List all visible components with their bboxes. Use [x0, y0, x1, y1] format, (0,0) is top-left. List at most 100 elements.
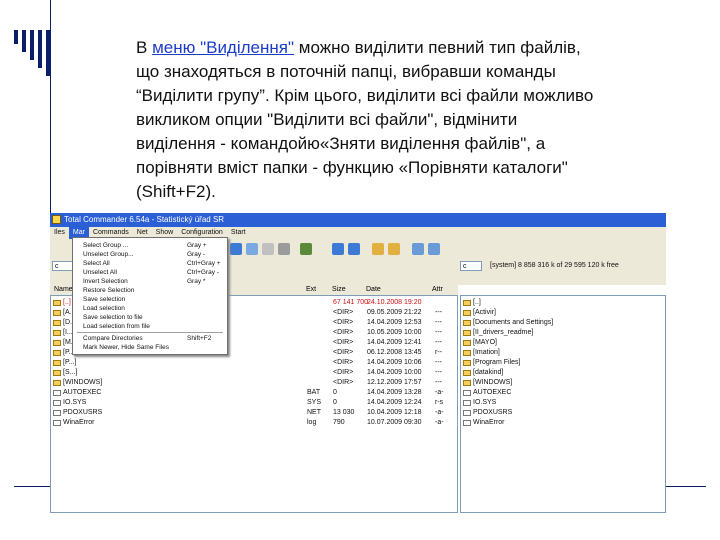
menu-item-shortcut: Gray - — [187, 251, 206, 258]
file-size: 790 — [333, 419, 345, 426]
menu-item[interactable]: Unselect All Ctrl+Gray - — [83, 268, 219, 277]
file-row[interactable]: [II_drivers_readme] — [461, 328, 663, 338]
menu-start[interactable]: Start — [227, 227, 250, 239]
file-attr: --- — [435, 369, 442, 376]
back-icon[interactable] — [332, 243, 344, 255]
folder-icon — [463, 350, 471, 356]
file-row[interactable]: [Imation] — [461, 348, 663, 358]
file-row[interactable]: [P...] <DIR> 14.04.2009 10:06 --- — [51, 358, 455, 368]
right-drive-select[interactable]: c — [460, 261, 482, 271]
column-size[interactable]: Size — [332, 285, 346, 295]
file-row[interactable]: AUTOEXEC — [461, 388, 663, 398]
menu-item[interactable]: Select All Ctrl+Gray + — [83, 259, 221, 268]
file-attr: --- — [435, 329, 442, 336]
file-date: 09.05.2009 21:22 — [367, 309, 422, 316]
column-ext[interactable]: Ext — [306, 285, 316, 295]
file-name: [S...] — [63, 369, 78, 376]
menu-item[interactable]: Save selection to file — [83, 313, 143, 322]
view-icon[interactable] — [246, 243, 258, 255]
file-date: 06.12.2008 13:45 — [367, 349, 422, 356]
menu-item-label: Save selection to file — [83, 314, 143, 321]
forward-icon[interactable] — [348, 243, 360, 255]
list-icon[interactable] — [262, 243, 274, 255]
tree-icon[interactable] — [300, 243, 312, 255]
pack-icon[interactable] — [372, 243, 384, 255]
text-rest: можно виділити певний тип файлів, — [294, 38, 581, 57]
menu-item-label: Load selection — [83, 305, 125, 312]
file-row[interactable]: [..] — [461, 298, 663, 308]
menu-item[interactable]: Load selection — [83, 304, 125, 313]
menu-item[interactable]: Mark Newer, Hide Same Files — [83, 343, 169, 352]
column-attr[interactable]: Attr — [432, 285, 443, 295]
menu-item-shortcut: Gray + — [187, 242, 207, 249]
file-date: 10.05.2009 10:00 — [367, 329, 422, 336]
column-name[interactable]: Name — [54, 285, 73, 295]
text-line: виділення - командойю«Зняти виділення фа… — [136, 134, 546, 153]
file-name: [datakind] — [473, 369, 504, 376]
menu-item[interactable]: Load selection from file — [83, 322, 150, 331]
search-icon[interactable] — [412, 243, 424, 255]
text-line: (Shift+F2). — [136, 182, 216, 201]
folder-icon — [463, 300, 471, 306]
file-row[interactable]: AUTOEXEC BAT 0 14.04.2009 13:28 -a- — [51, 388, 455, 398]
column-date[interactable]: Date — [366, 285, 381, 295]
file-date: 12.12.2009 17:57 — [367, 379, 422, 386]
menu-item-shortcut: Ctrl+Gray + — [187, 260, 221, 267]
file-row[interactable]: [WINDOWS] — [461, 378, 663, 388]
menu-item[interactable]: Select Group ... Gray + — [83, 241, 207, 250]
folder-icon — [53, 340, 61, 346]
file-row[interactable]: [Activir] — [461, 308, 663, 318]
text-line: що знаходяться в поточній папці, вибравш… — [136, 62, 556, 81]
file-size: <DIR> — [333, 329, 354, 336]
left-drive-select[interactable]: c — [52, 261, 74, 271]
menu-item[interactable]: Compare Directories Shift+F2 — [83, 334, 211, 343]
file-date: 14.04.2009 13:28 — [367, 389, 422, 396]
file-date: 10.04.2009 12:18 — [367, 409, 422, 416]
file-attr: --- — [435, 339, 442, 346]
file-attr: --- — [435, 359, 442, 366]
file-size: <DIR> — [333, 359, 354, 366]
file-row[interactable]: [MAYO] — [461, 338, 663, 348]
file-row[interactable]: [S...] <DIR> 14.04.2009 10:00 --- — [51, 368, 455, 378]
text-line: “Виділити групу”. Крім цього, виділити в… — [136, 86, 594, 105]
file-row[interactable]: WinaError log 790 10.07.2009 09:30 -a- — [51, 418, 455, 428]
menu-item[interactable]: Restore Selection — [83, 286, 134, 295]
file-attr: r-- — [435, 349, 442, 356]
file-icon — [463, 400, 471, 406]
file-size: <DIR> — [333, 319, 354, 326]
menu-item[interactable]: Invert Selection Gray * — [83, 277, 205, 286]
file-row[interactable]: [Program Files] — [461, 358, 663, 368]
file-icon — [53, 400, 61, 406]
menu-item-label: Unselect All — [83, 269, 117, 276]
details-icon[interactable] — [278, 243, 290, 255]
file-ext: BAT — [307, 389, 321, 396]
menu-link[interactable]: меню "Виділення" — [152, 38, 294, 57]
file-row[interactable]: [datakind] — [461, 368, 663, 378]
file-size: <DIR> — [333, 339, 354, 346]
file-name: [WINDOWS] — [473, 379, 513, 386]
file-name: WinaError — [473, 419, 505, 426]
file-row[interactable]: [Documents and Settings] — [461, 318, 663, 328]
file-row[interactable]: WinaError — [461, 418, 663, 428]
menu-item-label: Save selection — [83, 296, 126, 303]
folder-icon — [463, 360, 471, 366]
rename-icon[interactable] — [428, 243, 440, 255]
unpack-icon[interactable] — [388, 243, 400, 255]
refresh-icon[interactable] — [230, 243, 242, 255]
file-size: 13 030 — [333, 409, 355, 416]
file-row[interactable]: PDOXUSRS NET 13 030 10.04.2009 12:18 -a- — [51, 408, 455, 418]
folder-icon — [463, 310, 471, 316]
file-row[interactable]: [WINDOWS] <DIR> 12.12.2009 17:57 --- — [51, 378, 455, 388]
file-icon — [53, 420, 61, 426]
file-size: 0 — [333, 389, 337, 396]
file-row[interactable]: IO.SYS — [461, 398, 663, 408]
menu-files[interactable]: Iles — [50, 227, 69, 239]
file-ext: log — [307, 419, 317, 426]
menu-item-shortcut: Gray * — [187, 278, 206, 285]
folder-icon — [53, 370, 61, 376]
file-row[interactable]: PDOXUSRS — [461, 408, 663, 418]
menu-item[interactable]: Save selection — [83, 295, 125, 304]
menu-item[interactable]: Unselect Group... Gray - — [83, 250, 205, 259]
file-name: AUTOEXEC — [473, 389, 512, 396]
file-row[interactable]: IO.SYS SYS 0 14.04.2009 12:24 r-s — [51, 398, 455, 408]
